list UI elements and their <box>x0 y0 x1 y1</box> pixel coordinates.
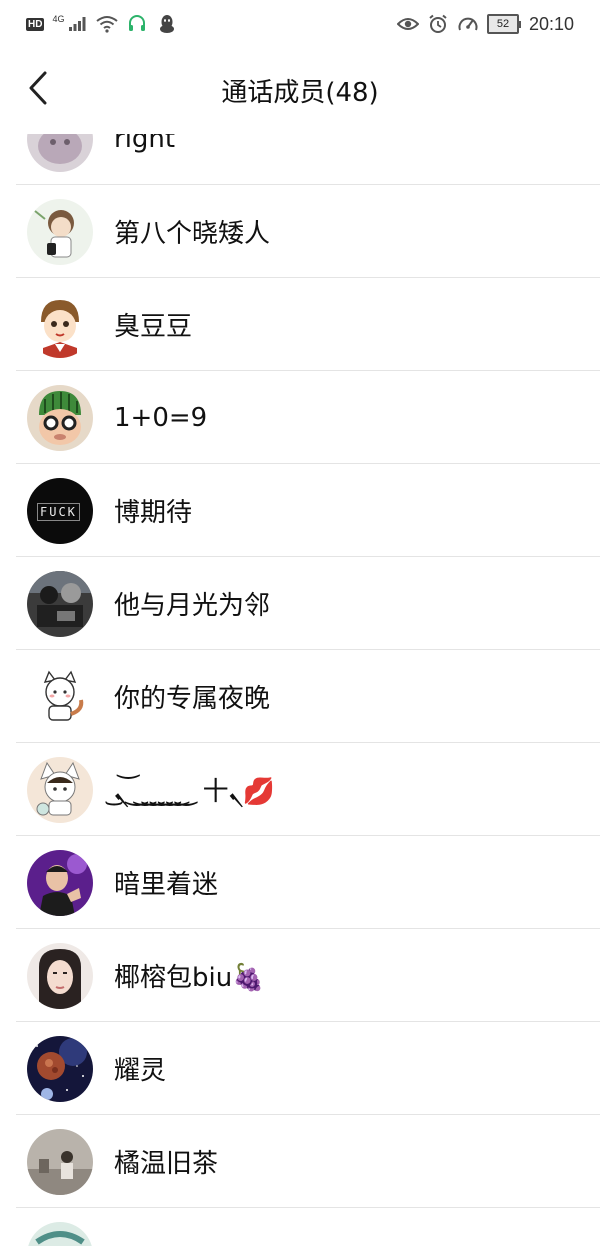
avatar <box>27 756 93 823</box>
avatar: FUCK <box>27 477 93 544</box>
avatar <box>27 570 93 637</box>
member-item[interactable]: 橘温旧茶 <box>0 1115 600 1208</box>
hd-badge: HD <box>26 17 45 31</box>
alarm-icon <box>427 13 449 35</box>
member-name: 臭豆豆 <box>114 312 193 342</box>
screen: HD 4G 52 20:10 通话成员(48) right 第八个晓矮人 臭豆豆… <box>0 0 600 1246</box>
avatar <box>27 198 93 265</box>
avatar <box>27 942 93 1009</box>
member-name: 第八个晓矮人 <box>114 219 271 249</box>
member-name: 他与月光为邻 <box>114 591 271 621</box>
member-item[interactable]: 他与月光为邻 <box>0 557 600 650</box>
page-title: 通话成员(48) <box>221 78 379 108</box>
member-item[interactable]: 第八个晓矮人 <box>0 185 600 278</box>
battery-indicator: 52 <box>486 14 521 34</box>
status-left: HD 4G <box>26 13 178 35</box>
avatar <box>27 1128 93 1195</box>
battery-level: 52 <box>486 14 519 34</box>
member-item[interactable]: 暗里着迷 <box>0 836 600 929</box>
avatar <box>27 1221 93 1246</box>
headset-app-icon <box>126 13 148 35</box>
avatar <box>27 663 93 730</box>
member-name: 橘温旧茶 <box>114 1149 219 1179</box>
nav-bar: 通话成员(48) <box>0 48 600 134</box>
member-list: right 第八个晓矮人 臭豆豆 1+0=9 FUCK 博期待 他与月光为邻 你… <box>0 92 600 1246</box>
member-name: 椰榕包biu🍇 <box>114 963 265 993</box>
status-bar: HD 4G 52 20:10 <box>0 0 600 48</box>
member-item[interactable]: 耀灵 <box>0 1022 600 1115</box>
member-item[interactable]: 1+0=9 <box>0 371 600 464</box>
wifi-icon <box>96 13 119 35</box>
avatar <box>27 1035 93 1102</box>
member-name: 耀灵 <box>114 1056 167 1086</box>
member-item[interactable] <box>0 1208 600 1246</box>
avatar <box>27 849 93 916</box>
clock: 20:10 <box>528 13 574 34</box>
avatar <box>27 384 93 451</box>
battery-tip <box>518 20 521 28</box>
member-name: 博期待 <box>114 498 193 528</box>
member-item[interactable]: 椰榕包biu🍇 <box>0 929 600 1022</box>
signal-icon <box>66 13 88 35</box>
member-item[interactable]: 臭豆豆 <box>0 278 600 371</box>
network-type: 4G <box>52 14 65 24</box>
member-item[interactable]: 你的专属夜晚 <box>0 650 600 743</box>
member-name: 你的专属夜晚 <box>114 684 271 714</box>
eye-icon <box>396 13 419 35</box>
member-name: 1+0=9 <box>114 402 208 433</box>
member-name: 暗里着迷 <box>114 870 219 900</box>
avatar <box>27 291 93 358</box>
avatar-text: FUCK <box>37 502 80 521</box>
member-item[interactable]: FUCK 博期待 <box>0 464 600 557</box>
speedometer-icon <box>457 13 479 35</box>
member-item[interactable]: ܢ͜ ͝ ͜ ͜ ͜ ͜ ͜ ͜ ͜ 十ܢ💋 <box>0 743 600 836</box>
qq-penguin-icon <box>156 13 178 35</box>
member-name: ܢ͜ ͝ ͜ ͜ ͜ ͜ ͜ ͜ ͜ 十ܢ💋 <box>114 777 276 807</box>
status-right: 52 20:10 <box>396 13 574 35</box>
